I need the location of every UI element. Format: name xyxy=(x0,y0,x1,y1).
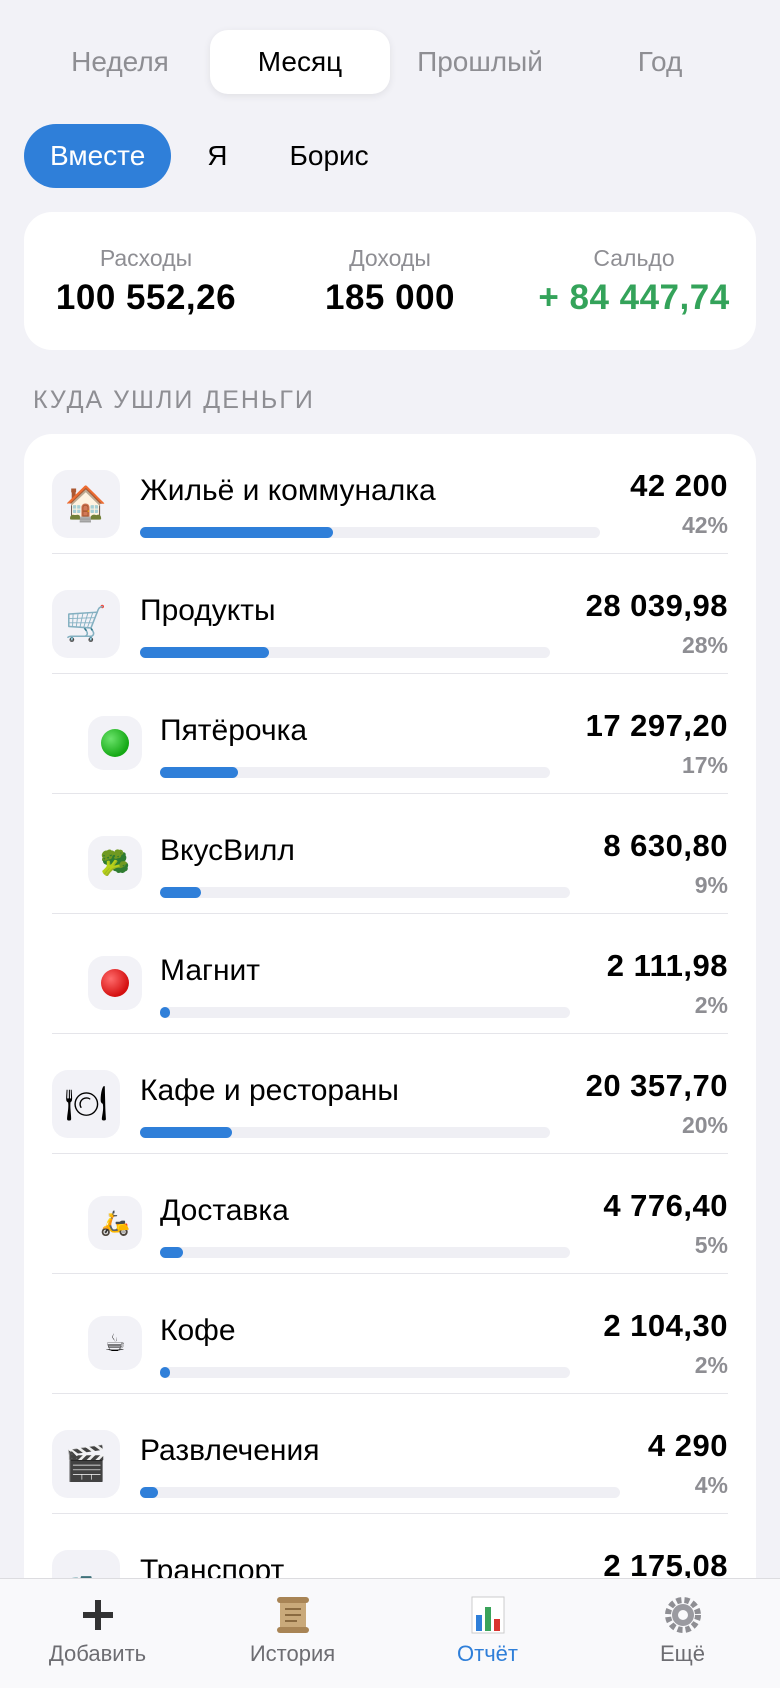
category-name: Кафе и рестораны xyxy=(140,1074,399,1107)
person-filter: Вместе Я Борис xyxy=(24,124,395,188)
share-bar-fill xyxy=(140,1487,158,1498)
tab-previous[interactable]: Прошлый xyxy=(390,30,570,94)
filter-together[interactable]: Вместе xyxy=(24,124,172,188)
share-bar-fill xyxy=(160,1247,183,1258)
tab-history-label: История xyxy=(249,1641,336,1666)
coffee-icon: ☕ xyxy=(88,1316,142,1370)
section-title: КУДА УШЛИ ДЕНЬГИ xyxy=(33,386,315,414)
category-row[interactable]: ☕ Кофе 2 104,30 2% xyxy=(24,1274,756,1394)
scroll-icon xyxy=(273,1595,313,1635)
period-selector: Неделя Месяц Прошлый Год xyxy=(30,28,750,96)
category-percent: 20% xyxy=(681,1112,728,1138)
category-amount: 2 111,98 xyxy=(606,948,728,983)
balance-summary: Сальдо + 84 447,74 xyxy=(512,245,756,318)
tab-report-label: Отчёт xyxy=(457,1641,518,1666)
category-percent: 5% xyxy=(694,1232,728,1258)
category-row[interactable]: Магнит 2 111,98 2% xyxy=(24,914,756,1034)
share-bar-track xyxy=(160,887,570,898)
share-bar-track xyxy=(160,1247,570,1258)
tab-month[interactable]: Месяц xyxy=(210,30,390,94)
green-circle-icon xyxy=(88,716,142,770)
category-percent: 4% xyxy=(694,1472,728,1498)
share-bar-track xyxy=(140,1487,620,1498)
red-circle-icon xyxy=(88,956,142,1010)
category-amount: 4 290 xyxy=(647,1428,728,1463)
income-label: Доходы xyxy=(349,244,431,271)
share-bar-track xyxy=(160,1367,570,1378)
share-bar-track xyxy=(160,767,550,778)
tab-history[interactable]: История xyxy=(195,1579,390,1688)
category-percent: 2% xyxy=(694,1352,728,1378)
filter-boris[interactable]: Борис xyxy=(264,124,395,188)
expenses-value: 100 552,26 xyxy=(55,277,237,317)
category-list: 🏠 Жильё и коммуналка 42 200 42% 🛒 Продукты 28 … xyxy=(24,434,756,1688)
category-percent: 17% xyxy=(681,752,728,778)
balance-value: + 84 447,74 xyxy=(538,277,730,317)
category-name: Кофе xyxy=(160,1314,236,1347)
category-amount: 2 104,30 xyxy=(603,1308,728,1343)
category-name: Развлечения xyxy=(140,1434,320,1467)
category-row[interactable]: 🎬 Развлечения 4 290 4% xyxy=(24,1394,756,1514)
balance-label: Сальдо xyxy=(593,244,675,271)
category-percent: 9% xyxy=(694,872,728,898)
cart-icon: 🛒 xyxy=(52,590,120,658)
house-icon: 🏠 xyxy=(52,470,120,538)
share-bar-track xyxy=(160,1007,570,1018)
tab-more[interactable]: Ещё xyxy=(585,1579,780,1688)
plus-icon xyxy=(78,1595,118,1635)
category-name: Пятёрочка xyxy=(160,714,308,747)
category-row[interactable]: 🛒 Продукты 28 039,98 28% xyxy=(24,554,756,674)
share-bar-track xyxy=(140,647,550,658)
report-screen: Неделя Месяц Прошлый Год Вместе Я Борис … xyxy=(0,0,780,1688)
category-amount: 4 776,40 xyxy=(603,1188,728,1223)
category-name: Жильё и коммуналка xyxy=(140,474,436,507)
share-bar-track xyxy=(140,1127,550,1138)
income-value: 185 000 xyxy=(324,277,456,317)
expenses-summary: Расходы 100 552,26 xyxy=(24,245,268,318)
tab-add[interactable]: Добавить xyxy=(0,1579,195,1688)
tab-year[interactable]: Год xyxy=(570,30,750,94)
share-bar-fill xyxy=(140,1127,232,1138)
share-bar-fill xyxy=(160,887,201,898)
share-bar-fill xyxy=(140,527,333,538)
share-bar-fill xyxy=(160,1007,170,1018)
share-bar-fill xyxy=(140,647,269,658)
tab-report[interactable]: Отчёт xyxy=(390,1579,585,1688)
share-bar-fill xyxy=(160,1367,170,1378)
category-amount: 28 039,98 xyxy=(585,588,728,623)
category-name: ВкусВилл xyxy=(160,834,295,867)
filter-me[interactable]: Я xyxy=(181,124,253,188)
share-bar-track xyxy=(140,527,600,538)
category-percent: 2% xyxy=(694,992,728,1018)
category-name: Доставка xyxy=(160,1194,289,1227)
category-row[interactable]: 🥦 ВкусВилл 8 630,80 9% xyxy=(24,794,756,914)
category-row[interactable]: 🍽 Кафе и рестораны 20 357,70 20% xyxy=(24,1034,756,1154)
category-amount: 17 297,20 xyxy=(585,708,728,743)
scooter-icon: 🛵 xyxy=(88,1196,142,1250)
plate-icon: 🍽 xyxy=(52,1070,120,1138)
income-summary: Доходы 185 000 xyxy=(268,245,512,318)
tab-more-label: Ещё xyxy=(659,1641,705,1666)
category-name: Продукты xyxy=(140,594,276,627)
tab-bar: Добавить История Отчёт Ещё xyxy=(0,1578,780,1688)
tab-add-label: Добавить xyxy=(48,1641,147,1666)
category-amount: 8 630,80 xyxy=(603,828,728,863)
gear-icon xyxy=(663,1595,703,1635)
category-percent: 42% xyxy=(681,512,728,538)
broccoli-icon: 🥦 xyxy=(88,836,142,890)
summary-card: Расходы 100 552,26 Доходы 185 000 Сальдо… xyxy=(24,212,756,350)
category-row[interactable]: Пятёрочка 17 297,20 17% xyxy=(24,674,756,794)
clapper-icon: 🎬 xyxy=(52,1430,120,1498)
category-name: Магнит xyxy=(160,954,261,987)
category-amount: 20 357,70 xyxy=(585,1068,728,1103)
category-amount: 42 200 xyxy=(630,468,728,503)
share-bar-fill xyxy=(160,767,238,778)
category-row[interactable]: 🏠 Жильё и коммуналка 42 200 42% xyxy=(24,434,756,554)
category-percent: 28% xyxy=(681,632,728,658)
tab-week[interactable]: Неделя xyxy=(30,30,210,94)
bar-chart-icon xyxy=(468,1595,508,1635)
category-row[interactable]: 🛵 Доставка 4 776,40 5% xyxy=(24,1154,756,1274)
expenses-label: Расходы xyxy=(99,244,193,271)
